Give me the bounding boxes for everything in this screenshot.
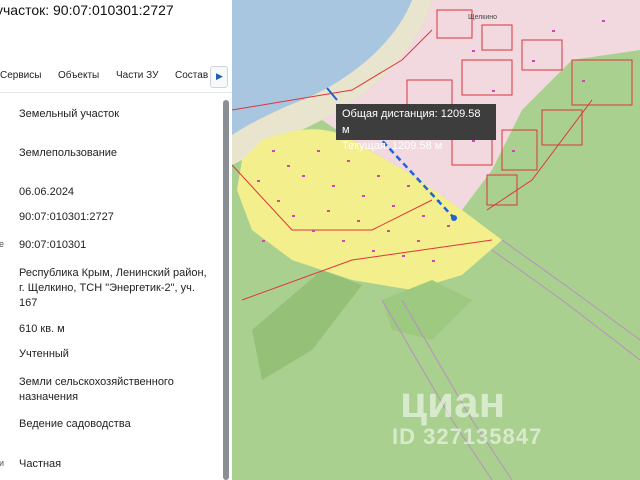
- field-area: 610 кв. м: [19, 323, 65, 335]
- total-distance-label: Общая дистанция: 1209.58 м: [342, 108, 481, 136]
- row-marker: е: [0, 239, 5, 249]
- field-subtype: Землепользование: [19, 147, 118, 159]
- watermark-logo: циан: [400, 378, 506, 427]
- page-title: участок: 90:07:010301:2727: [0, 2, 174, 18]
- map-view[interactable]: Щелкино циан ID 327135847: [232, 0, 640, 480]
- measure-tooltip: Общая дистанция: 1209.58 м Текущая: 1209…: [336, 104, 496, 152]
- place-label: Щелкино: [468, 14, 498, 21]
- tab-services[interactable]: Сервисы: [0, 70, 41, 81]
- info-panel: участок: 90:07:010301:2727 Сервисы Объек…: [0, 0, 232, 480]
- row-marker: и: [0, 458, 5, 468]
- tab-composition[interactable]: Состав: [175, 70, 208, 81]
- field-cadastral-number: 90:07:010301:2727: [19, 211, 114, 223]
- field-address: Республика Крым, Ленинский район, г. Щел…: [19, 267, 207, 309]
- field-status: Учтенный: [19, 348, 69, 360]
- tabs-next-button[interactable]: ▶: [210, 66, 228, 88]
- field-ownership: Частная: [19, 458, 62, 470]
- field-quarter: 90:07:010301: [19, 239, 87, 251]
- field-object-type: Земельный участок: [19, 108, 120, 120]
- field-date: 06.06.2024: [19, 186, 75, 198]
- watermark-id: ID 327135847: [392, 424, 543, 449]
- current-distance-label: Текущая: 1209.58 м: [342, 140, 443, 152]
- arrow-right-icon: ▶: [216, 71, 223, 81]
- field-permitted-use: Ведение садоводства: [19, 418, 131, 430]
- tab-parts[interactable]: Части ЗУ: [116, 70, 158, 81]
- tabs-divider: [0, 92, 232, 93]
- tab-objects[interactable]: Объекты: [58, 70, 99, 81]
- tab-bar: Сервисы Объекты Части ЗУ Состав ▶: [0, 66, 232, 88]
- scrollbar-thumb[interactable]: [223, 100, 229, 480]
- field-category: Земли сельскохозяйственного назначения: [19, 376, 174, 403]
- scrollbar[interactable]: [223, 100, 229, 480]
